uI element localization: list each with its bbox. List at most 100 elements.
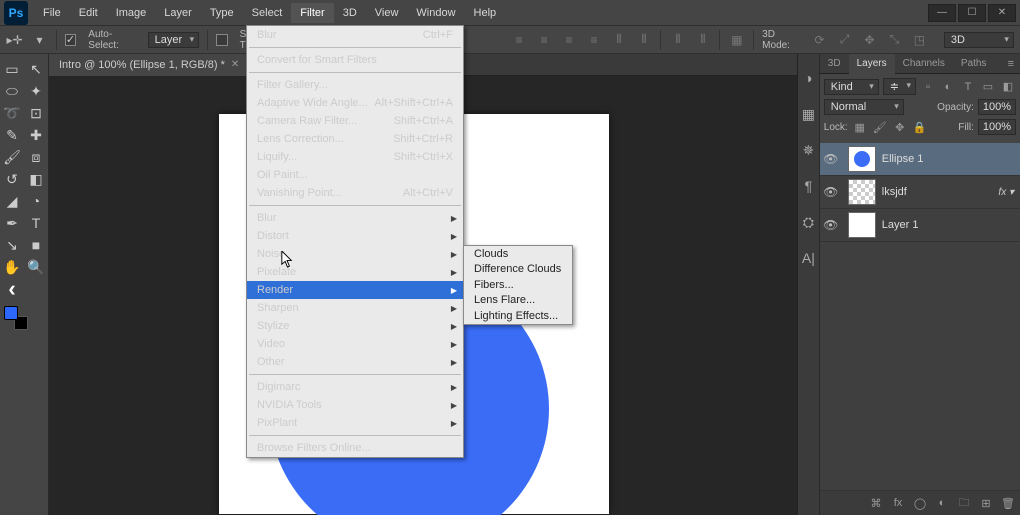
type-tool[interactable]: T — [24, 212, 48, 234]
distribute-icon[interactable]: ⫴ — [669, 31, 686, 49]
menu-item-noise[interactable]: Noise — [247, 245, 463, 263]
auto-select-checkbox[interactable] — [65, 34, 76, 46]
filter-type-icon[interactable]: T — [960, 79, 976, 95]
shape-tool[interactable]: ■ — [24, 234, 48, 256]
swatches-panel-icon[interactable]: ▦ — [798, 104, 818, 124]
align-icon[interactable]: ≡ — [561, 31, 578, 49]
3d-icon[interactable]: ◳ — [911, 31, 928, 49]
layer-row[interactable]: 👁 Layer 1 — [820, 209, 1020, 242]
fx-badge[interactable]: fx ▾ — [992, 187, 1020, 198]
stamp-tool[interactable]: ⧈ — [24, 146, 48, 168]
filter-pixel-icon[interactable]: ▫ — [920, 79, 936, 95]
marquee-tool[interactable]: ⬭ — [0, 80, 24, 102]
filter-adjust-icon[interactable]: ◐ — [940, 79, 956, 95]
panel-tab-channels[interactable]: Channels — [895, 54, 953, 74]
distribute-icon[interactable]: ⫴ — [694, 31, 711, 49]
wand-tool[interactable]: ✦ — [24, 80, 48, 102]
menu-filter[interactable]: Filter — [291, 3, 333, 23]
link-layers-icon[interactable]: ⌘ — [868, 495, 884, 511]
dodge-tool[interactable]: ◔ — [24, 190, 48, 212]
tool-preset-dropdown[interactable]: ▾ — [31, 31, 48, 49]
menu-item-vanishing-point-[interactable]: Vanishing Point...Alt+Ctrl+V — [247, 184, 463, 202]
3d-icon[interactable]: ⟳ — [811, 31, 828, 49]
submenu-item-lighting-effects-[interactable]: Lighting Effects... — [464, 308, 572, 324]
menu-file[interactable]: File — [34, 3, 70, 23]
visibility-icon[interactable]: 👁 — [820, 185, 842, 199]
close-icon[interactable]: ✕ — [231, 59, 239, 70]
distribute-icon[interactable]: ⫴ — [635, 31, 652, 49]
kind-dropdown[interactable]: ≑ — [883, 78, 916, 95]
move-tool[interactable]: ▭ — [0, 58, 24, 80]
lock-transparent-icon[interactable]: ▦ — [852, 119, 868, 135]
character-panel-icon[interactable]: ⛭ — [798, 212, 818, 232]
distribute-icon[interactable]: ⫴ — [611, 31, 628, 49]
layer-name[interactable]: Layer 1 — [882, 219, 1020, 231]
layer-name[interactable]: Ellipse 1 — [882, 153, 1020, 165]
brush-tool[interactable]: 🖌 — [0, 146, 24, 168]
arrow-tool[interactable]: ↖ — [24, 58, 48, 80]
history-tool[interactable]: ↺ — [0, 168, 24, 190]
menu-item-liquify-[interactable]: Liquify...Shift+Ctrl+X — [247, 148, 463, 166]
panel-menu-icon[interactable]: ≡ — [1002, 58, 1020, 70]
submenu-item-clouds[interactable]: Clouds — [464, 246, 572, 262]
new-fill-icon[interactable]: ◐ — [934, 495, 950, 511]
filter-type-dropdown[interactable]: Kind — [824, 79, 879, 95]
panel-tab-paths[interactable]: Paths — [953, 54, 995, 74]
menu-select[interactable]: Select — [243, 3, 292, 23]
styles-panel-icon[interactable]: ¶ — [798, 176, 818, 196]
close-button[interactable]: ✕ — [988, 4, 1016, 22]
menu-image[interactable]: Image — [107, 3, 156, 23]
hand-tool[interactable]: ✋ — [0, 256, 24, 278]
menu-item-convert-for-smart-filters[interactable]: Convert for Smart Filters — [247, 51, 463, 69]
menu-item-sharpen[interactable]: Sharpen — [247, 299, 463, 317]
3d-icon[interactable]: ✥ — [861, 31, 878, 49]
crop-tool[interactable]: ⊡ — [24, 102, 48, 124]
filter-shape-icon[interactable]: ▭ — [980, 79, 996, 95]
menu-item-browse-filters-online-[interactable]: Browse Filters Online... — [247, 439, 463, 457]
submenu-item-lens-flare-[interactable]: Lens Flare... — [464, 293, 572, 309]
lock-position-icon[interactable]: ✥ — [892, 119, 908, 135]
layer-mask-icon[interactable]: ◯ — [912, 495, 928, 511]
color-swatch[interactable] — [4, 306, 28, 330]
eraser-tool[interactable]: ◧ — [24, 168, 48, 190]
fill-field[interactable]: 100% — [978, 119, 1016, 135]
layer-row[interactable]: 👁 Ellipse 1 — [820, 143, 1020, 176]
menu-item-digimarc[interactable]: Digimarc — [247, 378, 463, 396]
blend-mode-dropdown[interactable]: Normal — [824, 99, 904, 115]
menu-view[interactable]: View — [366, 3, 408, 23]
panel-tab-layers[interactable]: Layers — [849, 54, 895, 74]
paragraph-panel-icon[interactable]: A| — [798, 248, 818, 268]
minimize-button[interactable]: — — [928, 4, 956, 22]
lock-image-icon[interactable]: 🖌 — [872, 119, 888, 135]
menu-item-oil-paint-[interactable]: Oil Paint... — [247, 166, 463, 184]
layer-row[interactable]: 👁lksjdffx ▾ — [820, 176, 1020, 209]
auto-align-icon[interactable]: ▦ — [728, 31, 745, 49]
menu-help[interactable]: Help — [465, 3, 506, 23]
workspace-dropdown[interactable]: 3D — [944, 32, 1014, 48]
new-group-icon[interactable]: 🗀 — [956, 495, 972, 511]
auto-select-dropdown[interactable]: Layer — [148, 32, 200, 48]
opacity-field[interactable]: 100% — [978, 99, 1016, 115]
eyedrop-tool[interactable]: ✎ — [0, 124, 24, 146]
align-icon[interactable]: ≡ — [536, 31, 553, 49]
menu-item-adaptive-wide-angle-[interactable]: Adaptive Wide Angle...Alt+Shift+Ctrl+A — [247, 94, 463, 112]
visibility-icon[interactable]: 👁 — [820, 218, 842, 232]
align-icon[interactable]: ≡ — [586, 31, 603, 49]
gradient-tool[interactable]: ◢ — [0, 190, 24, 212]
menu-item-blur[interactable]: Blur — [247, 209, 463, 227]
3d-icon[interactable]: ⤢ — [836, 31, 853, 49]
menu-item-blur[interactable]: BlurCtrl+F — [247, 26, 463, 44]
menu-item-render[interactable]: Render — [247, 281, 463, 299]
menu-item-pixelate[interactable]: Pixelate — [247, 263, 463, 281]
zoom-tool[interactable]: 🔍 — [24, 256, 48, 278]
new-layer-icon[interactable]: ⊞ — [978, 495, 994, 511]
document-tab[interactable]: Intro @ 100% (Ellipse 1, RGB/8) * ✕ — [49, 54, 249, 76]
menu-type[interactable]: Type — [201, 3, 243, 23]
menu-item-other[interactable]: Other — [247, 353, 463, 371]
layer-style-icon[interactable]: fx — [890, 495, 906, 511]
delete-layer-icon[interactable]: 🗑 — [1000, 495, 1016, 511]
pen-tool[interactable]: ✒ — [0, 212, 24, 234]
panel-tab-3d[interactable]: 3D — [820, 54, 849, 74]
visibility-icon[interactable]: 👁 — [820, 152, 842, 166]
adjustments-panel-icon[interactable]: ✵ — [798, 140, 818, 160]
